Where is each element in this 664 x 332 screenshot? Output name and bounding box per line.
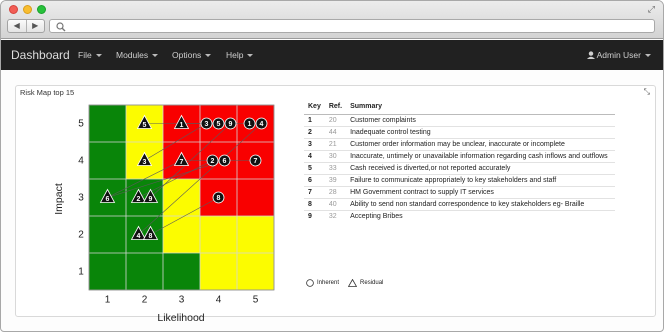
row-key: 9 xyxy=(304,209,325,222)
residual-marker-label: 1 xyxy=(180,122,184,129)
x-tick-label: 4 xyxy=(215,294,222,306)
table-row: 5 33 Cash received is diverted,or not repo… xyxy=(304,161,615,174)
row-ref: 39 xyxy=(324,173,347,186)
row-summary: Inaccurate, untimely or unavailable info… xyxy=(346,149,615,162)
inherent-marker-icon xyxy=(306,279,314,287)
table-row: 8 40 Ability to send non standard correspo… xyxy=(304,197,615,210)
inherent-marker-label: 1 xyxy=(248,121,252,128)
residual-marker-label: 3 xyxy=(143,159,147,166)
table-row: 9 32 Accepting Bribes xyxy=(304,209,615,222)
residual-marker-icon xyxy=(348,279,358,287)
row-summary: Accepting Bribes xyxy=(346,209,615,222)
residual-marker-label: 7 xyxy=(180,159,184,166)
residual-marker-label: 6 xyxy=(106,196,110,203)
row-ref: 32 xyxy=(324,209,347,222)
matrix-cell xyxy=(163,216,200,253)
matrix-legend: Inherent Residual xyxy=(306,279,383,287)
residual-marker-label: 4 xyxy=(137,233,141,240)
row-key: 4 xyxy=(304,149,325,162)
x-axis-label: Likelihood xyxy=(157,312,205,324)
matrix-cell xyxy=(237,253,274,290)
row-ref: 30 xyxy=(324,149,347,162)
inherent-marker-label: 8 xyxy=(217,195,221,202)
residual-marker-label: 5 xyxy=(143,122,147,129)
row-summary: HM Government contract to supply IT serv… xyxy=(346,185,615,198)
row-ref: 21 xyxy=(324,137,347,150)
row-ref: 33 xyxy=(324,161,347,174)
row-summary: Failure to communicate appropriately to … xyxy=(346,173,615,186)
matrix-cell xyxy=(200,216,237,253)
row-key: 5 xyxy=(304,161,325,174)
table-row: 6 39 Failure to communicate appropriately … xyxy=(304,173,615,186)
row-key: 6 xyxy=(304,173,325,186)
legend-residual: Residual xyxy=(360,280,384,286)
row-ref: 40 xyxy=(324,197,347,210)
row-summary: Ability to send non standard corresponde… xyxy=(346,197,615,210)
matrix-cell xyxy=(126,216,163,253)
risk-table: Key Ref. Summary 1 20 Customer complaints 2… xyxy=(304,99,615,222)
matrix-cell xyxy=(237,216,274,253)
row-key: 2 xyxy=(304,125,325,138)
x-tick-label: 2 xyxy=(141,294,148,306)
y-tick-label: 2 xyxy=(78,229,84,240)
y-tick-label: 1 xyxy=(78,266,84,277)
table-header-row: Key Ref. Summary xyxy=(304,99,615,115)
x-tick-label: 5 xyxy=(252,294,259,306)
row-summary: Inadequate control testing xyxy=(346,125,615,138)
y-tick-label: 3 xyxy=(78,192,84,203)
browser-window: ⤢ ◀ ▶ Dashboard File Modules Options Hel… xyxy=(0,0,664,332)
row-key: 3 xyxy=(304,137,325,150)
matrix-cell xyxy=(89,253,126,290)
y-tick-label: 5 xyxy=(78,118,84,129)
residual-marker-label: 8 xyxy=(149,233,153,240)
y-tick-label: 4 xyxy=(78,155,84,166)
x-tick-label: 1 xyxy=(104,294,111,306)
residual-marker-label: 9 xyxy=(149,196,153,203)
row-ref: 28 xyxy=(324,185,347,198)
col-summary: Summary xyxy=(346,99,615,115)
row-summary: Customer order information may be unclea… xyxy=(346,137,615,150)
row-key: 8 xyxy=(304,197,325,210)
matrix-cell xyxy=(89,105,126,142)
inherent-marker-label: 9 xyxy=(229,121,233,128)
row-key: 7 xyxy=(304,185,325,198)
matrix-cell xyxy=(126,253,163,290)
inherent-marker-label: 6 xyxy=(223,158,227,165)
row-ref: 44 xyxy=(324,125,347,138)
inherent-marker-label: 5 xyxy=(217,121,221,128)
inherent-marker-label: 4 xyxy=(260,121,264,128)
matrix-cell xyxy=(200,253,237,290)
row-ref: 20 xyxy=(324,113,347,126)
table-row: 1 20 Customer complaints xyxy=(304,113,615,126)
table-row: 7 28 HM Government contract to supply IT s… xyxy=(304,185,615,198)
inherent-marker-label: 7 xyxy=(254,158,258,165)
matrix-cell xyxy=(163,253,200,290)
matrix-cell xyxy=(126,179,163,216)
matrix-cell xyxy=(237,179,274,216)
table-row: 3 21 Customer order information may be unc… xyxy=(304,137,615,150)
residual-marker-label: 2 xyxy=(137,196,141,203)
row-summary: Cash received is diverted,or not reporte… xyxy=(346,161,615,174)
y-axis-label: Impact xyxy=(53,183,65,215)
inherent-marker-label: 2 xyxy=(211,158,215,165)
col-key: Key xyxy=(304,99,325,115)
row-summary: Customer complaints xyxy=(346,113,615,126)
matrix-cell xyxy=(89,142,126,179)
row-key: 1 xyxy=(304,113,325,126)
legend-inherent: Inherent xyxy=(317,280,340,286)
inherent-marker-label: 3 xyxy=(205,121,209,128)
col-ref: Ref. xyxy=(324,99,347,115)
matrix-cell xyxy=(89,216,126,253)
table-row: 4 30 Inaccurate, untimely or unavailable i… xyxy=(304,149,615,162)
x-tick-label: 3 xyxy=(178,294,185,306)
table-row: 2 44 Inadequate control testing xyxy=(304,125,615,138)
